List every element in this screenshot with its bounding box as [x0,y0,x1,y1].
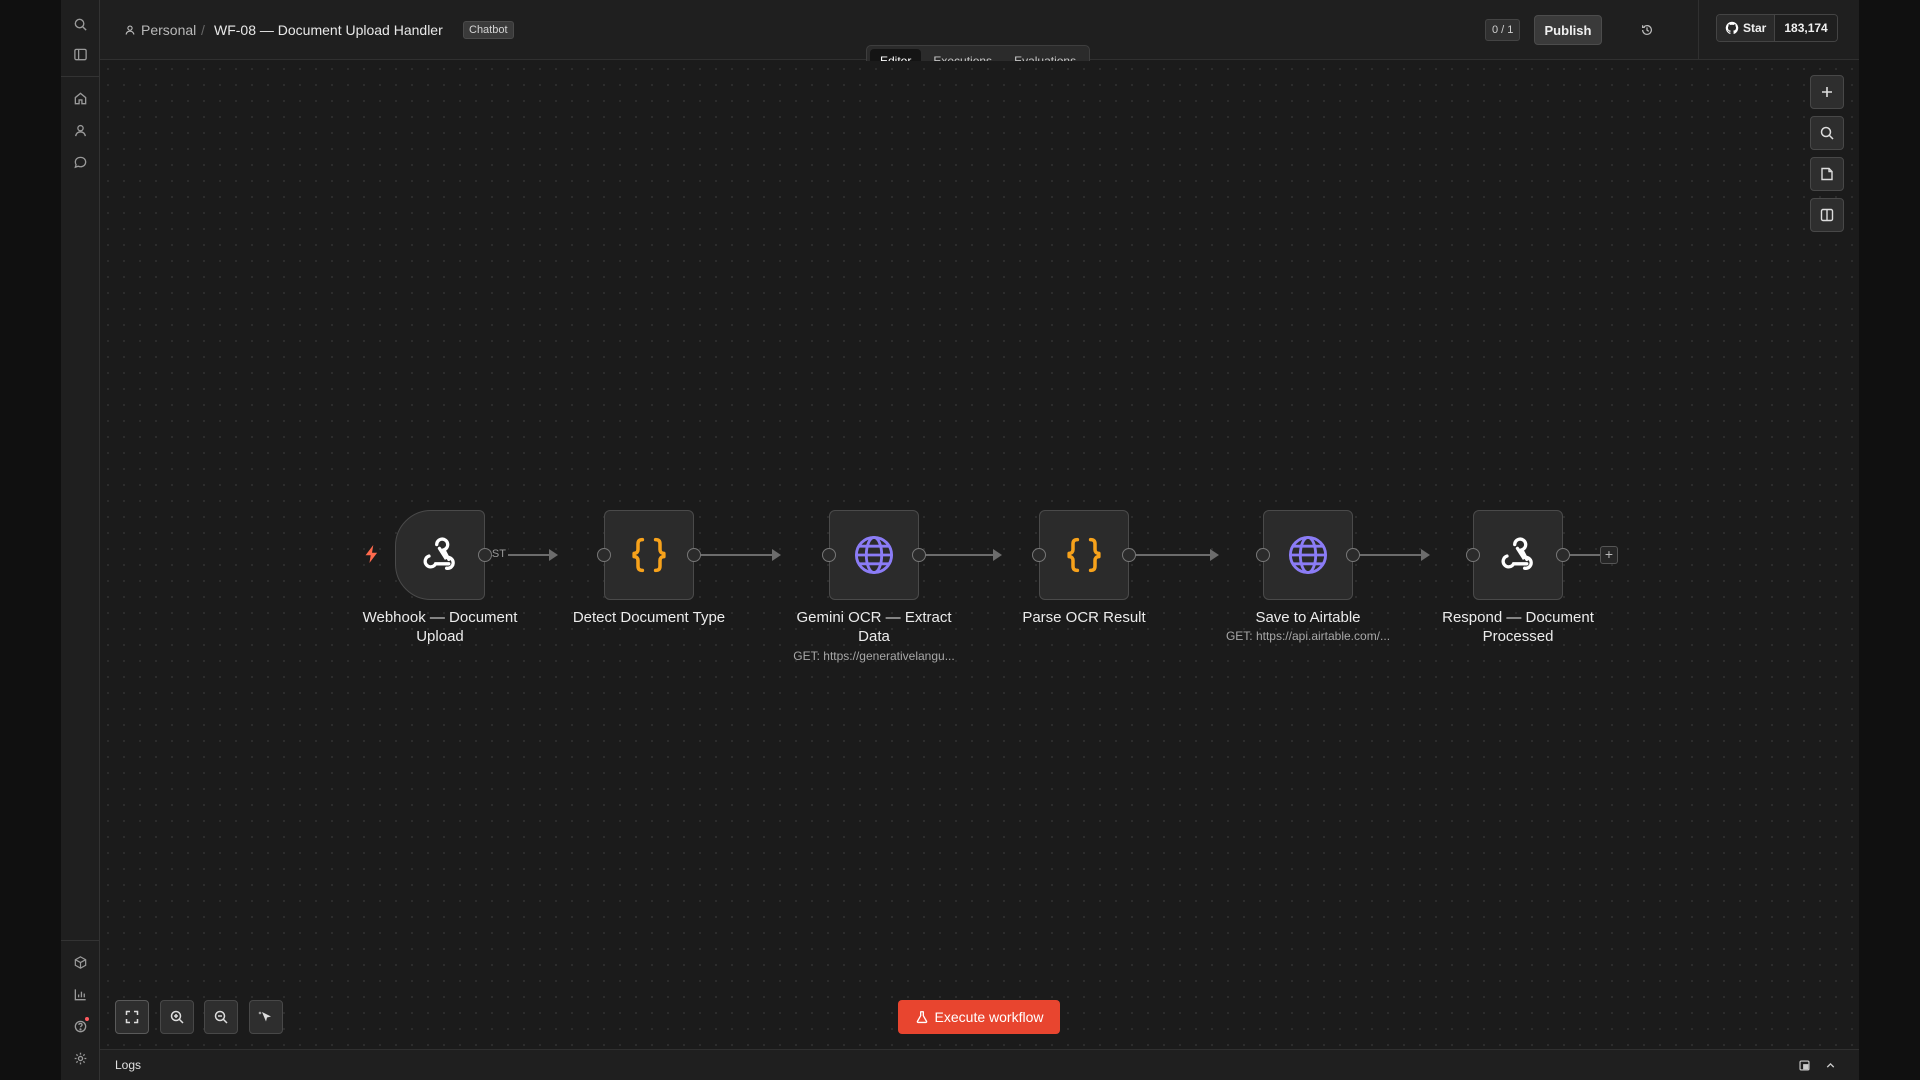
connection-arrow [549,549,558,561]
node-label: Respond — Document Processed [1442,609,1594,645]
panel-icon [1820,208,1834,222]
node-label: Detect Document Type [572,609,726,626]
zoom-out-button[interactable] [204,1000,238,1034]
zoom-in-button[interactable] [160,1000,194,1034]
execute-workflow-button[interactable]: Execute workflow [898,1000,1060,1034]
insights-chart-icon[interactable] [68,982,92,1006]
breadcrumb-separator: / [201,22,205,38]
node-label: Webhook — Document Upload [362,609,518,645]
node-webhook-document-upload[interactable] [395,510,485,600]
output-handle[interactable] [1556,548,1570,562]
node-label: Parse OCR Result [1022,609,1146,626]
output-handle[interactable] [687,548,701,562]
settings-gear-icon[interactable] [68,1046,92,1070]
node-label: Gemini OCR — Extract Data [796,609,952,645]
input-handle[interactable] [1466,548,1480,562]
execute-workflow-label: Execute workflow [934,1009,1044,1025]
zoom-in-icon [170,1010,184,1024]
user-icon[interactable] [68,118,92,142]
connection-line[interactable] [1124,554,1210,556]
github-star-count: 183,174 [1775,15,1837,41]
code-braces-icon [1067,537,1101,573]
webhook-icon [1501,537,1533,570]
tidy-up-button[interactable] [249,1000,283,1034]
sticky-note-icon [1821,167,1833,181]
chat-icon[interactable] [68,150,92,174]
code-braces-icon [632,537,666,573]
node-parse-ocr-result[interactable] [1039,510,1129,600]
sidebar-divider [61,940,100,941]
chevron-up-icon[interactable] [1822,1057,1838,1073]
globe-icon [854,535,894,575]
input-handle[interactable] [1032,548,1046,562]
header-divider [1698,0,1699,60]
node-gemini-ocr-extract-data[interactable] [829,510,919,600]
output-handle[interactable] [478,548,492,562]
connection-arrow [1421,549,1430,561]
magic-cursor-icon [258,1011,271,1022]
input-handle[interactable] [1256,548,1270,562]
zoom-out-icon [214,1010,228,1024]
connection-arrow [772,549,781,561]
templates-icon[interactable] [68,950,92,974]
workflow-title[interactable]: WF-08 — Document Upload Handler [214,22,443,38]
notification-dot [85,1017,89,1021]
sidebar-divider [61,76,100,77]
trigger-bolt-icon [365,545,378,563]
output-handle[interactable] [912,548,926,562]
github-icon [1725,21,1739,34]
app-window: Personal / WF-08 — Document Upload Handl… [61,0,1859,1080]
workflow-canvas[interactable]: POST + Webhook — Document Upload Detect … [100,61,1859,1049]
plus-icon [1822,87,1832,97]
node-detect-document-type[interactable] [604,510,694,600]
flask-icon [916,1011,927,1024]
connection-arrow [1210,549,1219,561]
user-icon [125,25,135,35]
github-star-button[interactable]: Star 183,174 [1716,14,1838,42]
input-handle[interactable] [597,548,611,562]
node-subtitle: GET: https://api.airtable.com/... [1225,629,1391,643]
node-subtitle: GET: https://generativelangu... [793,649,955,663]
output-handle[interactable] [1346,548,1360,562]
webhook-icon [423,537,455,570]
node-respond-document-processed[interactable] [1473,510,1563,600]
active-counter-badge: 0 / 1 [1485,19,1521,41]
toggle-panel-button[interactable] [1810,198,1844,232]
github-star[interactable]: Star [1717,15,1776,41]
search-nodes-button[interactable] [1810,116,1844,150]
publish-button[interactable]: Publish [1534,15,1602,45]
left-sidebar [61,0,100,1080]
github-star-label: Star [1743,21,1767,35]
add-node-panel-button[interactable] [1810,75,1844,109]
sticky-note-button[interactable] [1810,157,1844,191]
breadcrumb-project-label: Personal [141,22,197,38]
fit-view-icon [125,1010,139,1024]
workflow-tag[interactable]: Chatbot [463,21,514,39]
globe-icon [1288,535,1328,575]
logs-label: Logs [115,1058,142,1072]
input-handle[interactable] [822,548,836,562]
node-label: Save to Airtable [1255,609,1361,626]
fit-view-button[interactable] [115,1000,149,1034]
breadcrumb-project[interactable]: Personal [124,22,196,38]
help-icon[interactable] [68,1014,92,1038]
node-save-to-airtable[interactable] [1263,510,1353,600]
home-icon[interactable] [68,86,92,110]
add-node-button[interactable]: + [1600,546,1618,564]
output-handle[interactable] [1122,548,1136,562]
pop-out-icon[interactable] [1796,1057,1812,1073]
search-icon[interactable] [68,12,92,36]
connection-arrow [993,549,1002,561]
logs-panel-bar[interactable]: Logs [100,1049,1859,1080]
history-icon[interactable] [1637,20,1657,40]
sidebar-toggle-icon[interactable] [68,42,92,66]
search-icon [1820,126,1834,140]
